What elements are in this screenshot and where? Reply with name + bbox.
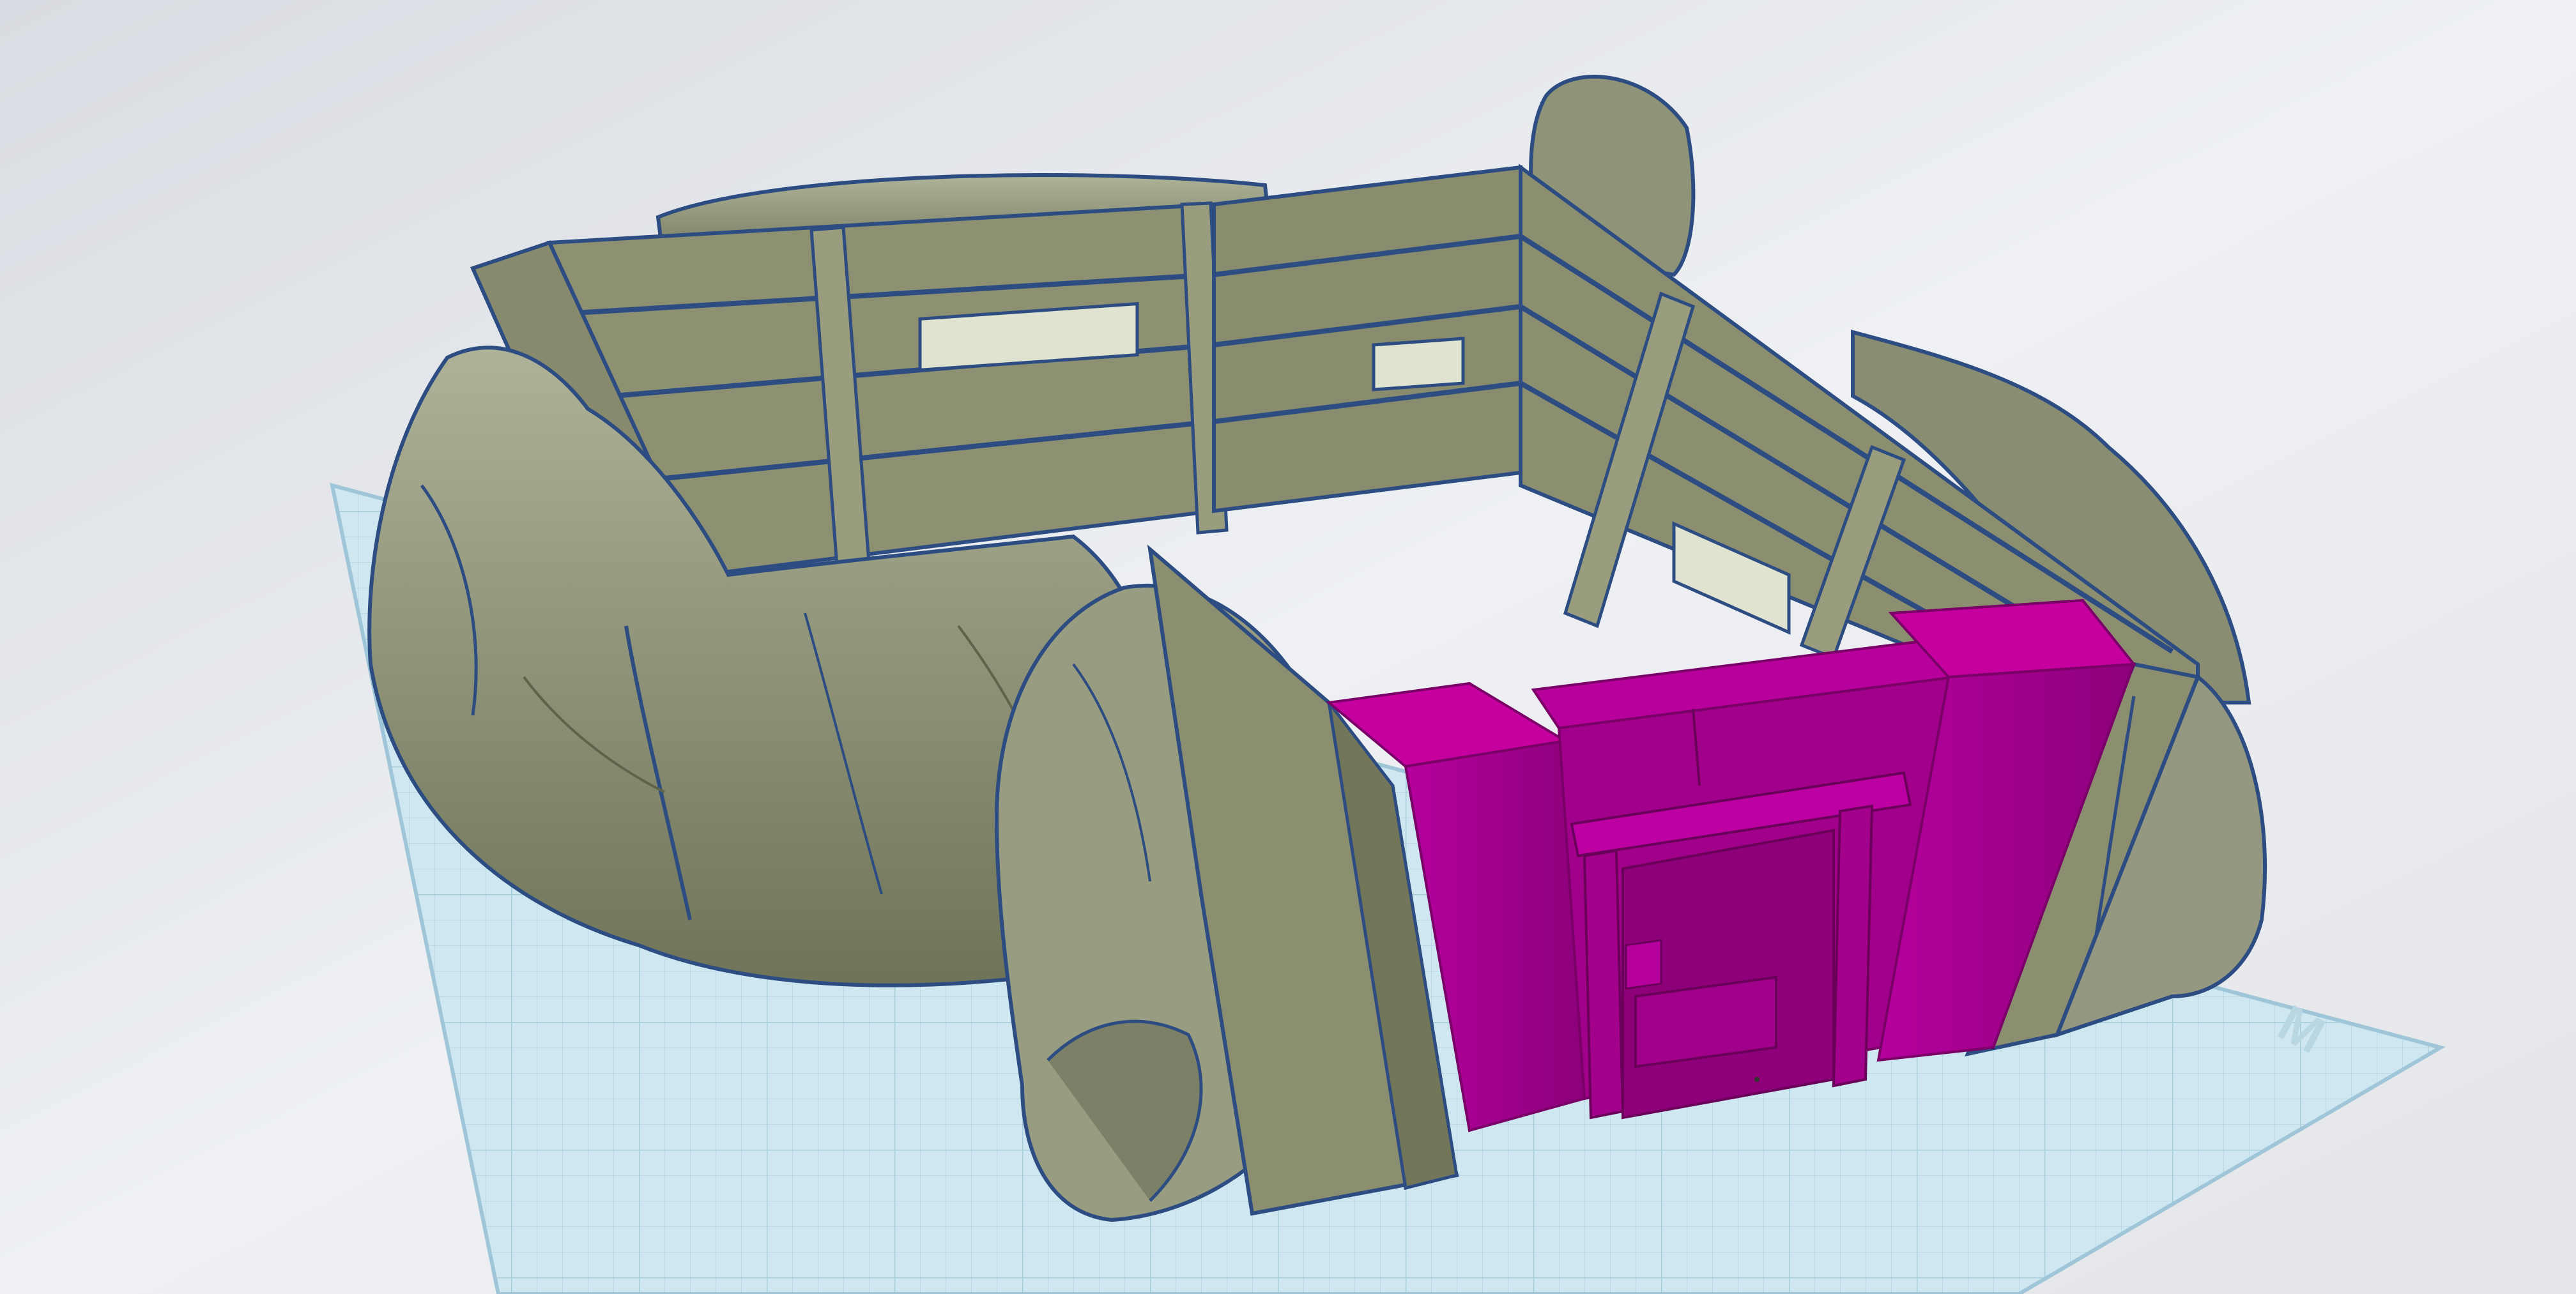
cursor-dot: [1754, 1077, 1759, 1082]
wall-window: [1372, 337, 1465, 392]
gate-post-left: [1583, 849, 1625, 1120]
gate-post-right: [1832, 804, 1874, 1088]
3d-viewport[interactable]: M: [0, 0, 2576, 1294]
wall-back-right[interactable]: [1212, 165, 1522, 514]
scene-canvas[interactable]: M: [0, 0, 2576, 1294]
gate-door-panel: [1625, 939, 1662, 990]
